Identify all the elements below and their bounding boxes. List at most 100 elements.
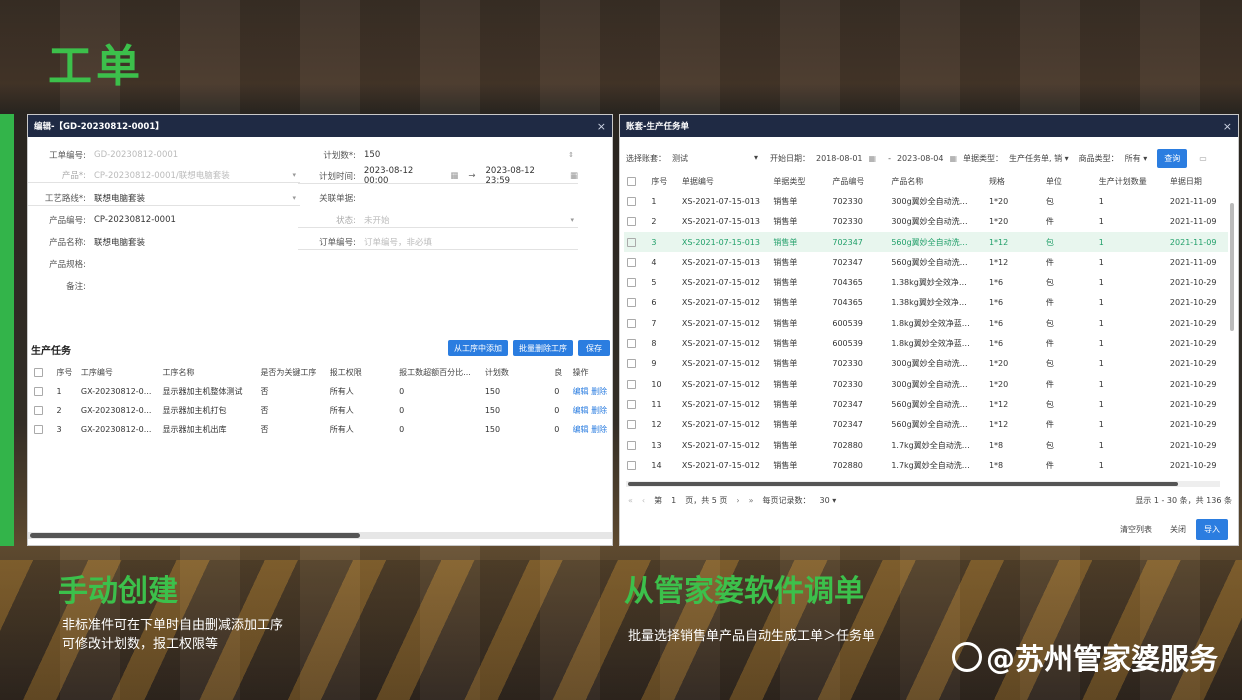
next-page-button[interactable]: › [736, 496, 739, 505]
row-checkbox[interactable] [624, 252, 648, 272]
edit-link[interactable]: 编辑 [573, 425, 589, 434]
column-header: 报工权限 [329, 368, 362, 377]
cell-doc-no: XS-2021-07-15-012 [681, 298, 760, 308]
row-checkbox[interactable] [624, 455, 648, 475]
record-summary: 显示 1 - 30 条，共 136 条 [1135, 496, 1232, 505]
order-no-field: GD-20230812-0001 [94, 150, 179, 160]
cell-doc-type: 销售单 [773, 196, 798, 206]
table-row[interactable]: 9 XS-2021-07-15-012 销售单 702330 300g翼妙全自动洗… 1*… [624, 354, 1228, 374]
table-row[interactable]: 11 XS-2021-07-15-012 销售单 702347 560g翼妙全自动洗… 1… [624, 394, 1228, 414]
cell-unit: 件 [1045, 217, 1054, 227]
cell-spec: 1*20 [988, 217, 1009, 227]
column-header: 单据类型 [773, 176, 806, 186]
cell-no: 13 [651, 440, 662, 450]
plan-qty-input[interactable]: 150 [360, 150, 380, 160]
row-checkbox[interactable] [624, 191, 648, 211]
type-select[interactable]: 生产任务单, 销 ▾ [1009, 153, 1069, 164]
row-checkbox[interactable] [624, 212, 648, 232]
close-button[interactable]: 关闭 [1170, 524, 1186, 535]
table-row[interactable]: 6 XS-2021-07-15-012 销售单 704365 1.38kg翼妙全效净… 1… [624, 293, 1228, 313]
select-all-checkbox[interactable] [624, 171, 648, 191]
row-checkbox[interactable] [31, 420, 53, 439]
delete-link[interactable]: 删除 [591, 406, 607, 415]
goods-select[interactable]: 所有 ▾ [1125, 153, 1148, 164]
route-select[interactable]: 联想电脑套装 [90, 192, 145, 204]
plan-end-input[interactable]: 2023-08-12 23:59 [482, 166, 562, 186]
footer-actions: 清空列表 关闭 导入 [1120, 519, 1228, 540]
vertical-scrollbar[interactable] [1230, 203, 1234, 331]
select-all-checkbox[interactable] [31, 363, 53, 382]
cell-unit: 包 [1045, 440, 1054, 450]
cell-unit: 包 [1045, 196, 1054, 206]
cell-plan-qty: 1 [1098, 420, 1104, 430]
cell-prod-code: 702330 [832, 379, 863, 389]
cell-actions: 编辑 删除 [570, 420, 611, 439]
plan-start-input[interactable]: 2023-08-12 00:00 [360, 166, 440, 186]
cell-prod-name: 1.38kg翼妙全效净… [891, 278, 967, 288]
row-checkbox[interactable] [624, 394, 648, 414]
remark-input[interactable] [90, 279, 588, 293]
table-row[interactable]: 4 XS-2021-07-15-013 销售单 702347 560g翼妙全自动洗… 1*… [624, 252, 1228, 272]
last-page-button[interactable]: » [749, 496, 754, 505]
end-date-input[interactable]: 2023-08-04 [897, 154, 944, 163]
cell-plan-qty: 1 [1098, 217, 1104, 227]
window-title: 编辑-【GD-20230812-0001】 [34, 122, 164, 132]
table-row[interactable]: 13 XS-2021-07-15-012 销售单 702880 1.7kg翼妙全自动洗…… [624, 435, 1228, 455]
start-date-input[interactable]: 2018-08-01 [816, 154, 863, 163]
import-button[interactable]: 导入 [1196, 519, 1228, 540]
table-row[interactable]: 12 XS-2021-07-15-012 销售单 702347 560g翼妙全自动洗… 1… [624, 415, 1228, 435]
table-row[interactable]: 3 XS-2021-07-15-013 销售单 702347 560g翼妙全自动洗… 1*… [624, 231, 1228, 253]
save-button[interactable]: 保存 [578, 340, 610, 356]
row-checkbox[interactable] [624, 333, 648, 353]
column-header: 产品编号 [832, 176, 865, 186]
book-select[interactable]: 测试 ▾ [672, 153, 758, 164]
table-row[interactable]: 10 XS-2021-07-15-012 销售单 702330 300g翼妙全自动洗… 1… [624, 374, 1228, 394]
prev-page-button[interactable]: ‹ [642, 496, 645, 505]
close-icon[interactable]: × [597, 120, 606, 133]
row-checkbox[interactable] [624, 415, 648, 435]
table-row[interactable]: 1 XS-2021-07-15-013 销售单 702330 300g翼妙全自动洗… 1*… [624, 191, 1228, 211]
row-checkbox[interactable] [624, 293, 648, 313]
plan-qty-row: 计划数*: 150 ⇕ [298, 147, 578, 163]
add-from-process-button[interactable]: 从工序中添加 [448, 340, 508, 356]
first-page-button[interactable]: « [628, 496, 633, 505]
batch-delete-button[interactable]: 批量删除工序 [513, 340, 573, 356]
row-checkbox[interactable] [624, 313, 648, 333]
row-checkbox[interactable] [624, 374, 648, 394]
page-total: 页，共 5 页 [685, 496, 728, 505]
cell-plan-qty: 1 [1098, 278, 1104, 288]
table-row[interactable]: 14 XS-2021-07-15-012 销售单 702880 1.7kg翼妙全自动洗…… [624, 455, 1228, 475]
row-checkbox[interactable] [624, 435, 648, 455]
delete-link[interactable]: 删除 [591, 425, 607, 434]
table-row[interactable]: 7 XS-2021-07-15-012 销售单 600539 1.8kg翼妙全效净蓝… 1… [624, 313, 1228, 333]
cell-spec: 1*20 [988, 196, 1009, 206]
cell-spec: 1*12 [988, 420, 1009, 430]
close-icon[interactable]: × [1223, 120, 1232, 133]
delete-link[interactable]: 删除 [591, 387, 607, 396]
query-button[interactable]: 查询 [1157, 149, 1188, 168]
edit-link[interactable]: 编辑 [573, 387, 589, 396]
horizontal-scrollbar[interactable] [30, 533, 360, 538]
per-page-select[interactable]: 30 ▾ [820, 496, 837, 505]
row-checkbox[interactable] [31, 382, 53, 401]
edit-link[interactable]: 编辑 [573, 406, 589, 415]
row-checkbox[interactable] [624, 231, 649, 253]
clear-list-button[interactable]: 清空列表 [1120, 524, 1152, 535]
columns-icon[interactable]: ▭ [1199, 154, 1207, 163]
cell-no: 8 [651, 339, 657, 349]
page-input[interactable]: 1 [671, 496, 676, 505]
order-ref-row: 订单编号: 订单编号，非必填 [298, 234, 578, 250]
cell-perm: 所有人 [329, 406, 354, 415]
row-checkbox[interactable] [624, 354, 648, 374]
cell-no: 14 [651, 460, 662, 470]
table-row[interactable]: 5 XS-2021-07-15-012 销售单 704365 1.38kg翼妙全效净… 1… [624, 272, 1228, 292]
stepper-icon[interactable]: ⇕ [568, 151, 574, 159]
table-row[interactable]: 8 XS-2021-07-15-012 销售单 600539 1.8kg翼妙全效净蓝… 1… [624, 333, 1228, 353]
row-checkbox[interactable] [624, 272, 648, 292]
cell-prod-name: 300g翼妙全自动洗… [891, 196, 968, 206]
order-ref-input[interactable]: 订单编号，非必填 [360, 236, 432, 248]
horizontal-scrollbar[interactable] [628, 482, 1178, 486]
row-checkbox[interactable] [31, 401, 53, 420]
cell-doc-no: XS-2021-07-15-012 [681, 440, 760, 450]
table-row[interactable]: 2 XS-2021-07-15-013 销售单 702330 300g翼妙全自动洗… 1*… [624, 212, 1228, 232]
